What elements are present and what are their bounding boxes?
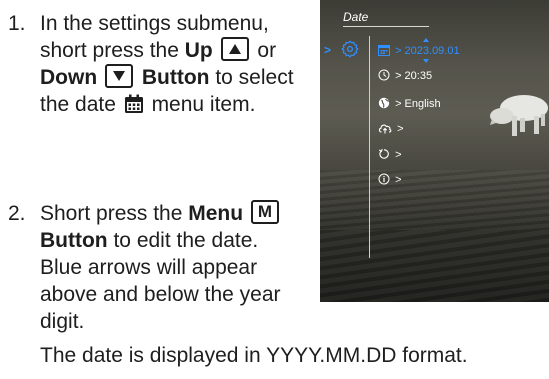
year-up-arrow-icon — [423, 38, 429, 42]
info-value: > — [395, 174, 402, 186]
step-text-part: menu item. — [145, 93, 256, 116]
date-value: > 2023.09.01 — [395, 45, 460, 57]
language-value: > English — [395, 98, 441, 110]
menu-key-letter: M — [257, 202, 272, 221]
ground-texture — [320, 230, 549, 302]
up-label: Up — [184, 39, 213, 62]
step-text-part: Short press the — [40, 202, 189, 225]
chevron-right-icon: > — [324, 43, 332, 57]
info-icon — [378, 173, 390, 185]
calendar-icon — [378, 45, 390, 56]
ground-texture — [320, 170, 549, 230]
menu-item-update[interactable]: > — [378, 122, 404, 136]
menu-item-language[interactable]: > English — [378, 97, 441, 111]
step-number: 2. — [8, 202, 26, 225]
year-down-arrow-icon — [423, 59, 429, 63]
gear-icon — [341, 40, 359, 58]
step-text: Short press the Menu M Button to edit th… — [40, 200, 305, 335]
menu-item-info[interactable]: > — [378, 173, 402, 187]
device-screen: Date > > 2023.09.01 > 20:35 > English > … — [320, 0, 549, 302]
menu-item-time[interactable]: > 20:35 — [378, 69, 432, 83]
step-text: In the settings submenu, short press the… — [40, 10, 305, 121]
clock-icon — [378, 69, 390, 81]
button-label: Button — [40, 229, 108, 252]
reset-value: > — [395, 149, 402, 161]
step-number: 1. — [8, 12, 26, 35]
boar-thermal-image — [490, 95, 548, 136]
menu-item-reset[interactable]: > — [378, 148, 402, 162]
menu-divider — [369, 36, 370, 258]
menu-item-date[interactable]: > 2023.09.01 — [378, 44, 460, 58]
time-value: > 20:35 — [395, 70, 433, 82]
date-format-note: The date is displayed in YYYY.MM.DD form… — [40, 344, 468, 367]
menu-label: Menu — [188, 202, 244, 225]
down-label: Down — [40, 66, 98, 89]
up-key-icon — [220, 37, 249, 61]
step-text-part: or — [251, 39, 277, 62]
update-value: > — [397, 123, 404, 135]
reset-icon — [378, 148, 389, 159]
screen-title: Date — [343, 10, 369, 24]
menu-key-icon: M — [250, 200, 279, 224]
cloud-upload-icon — [378, 124, 392, 134]
calendar-icon — [124, 94, 144, 121]
button-label: Button — [141, 66, 210, 89]
globe-icon — [378, 97, 390, 109]
down-key-icon — [105, 64, 133, 88]
title-underline — [343, 26, 429, 27]
